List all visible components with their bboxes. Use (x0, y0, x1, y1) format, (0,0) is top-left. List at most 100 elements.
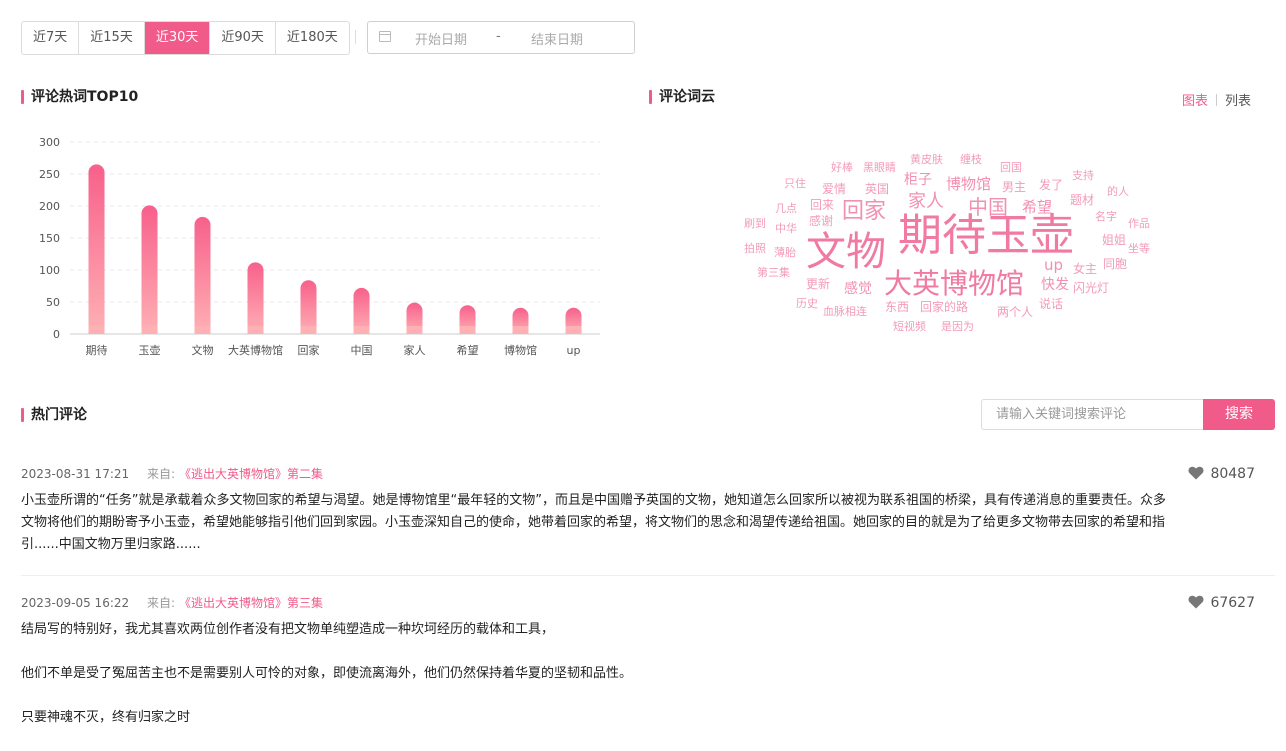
cloud-word[interactable]: 同胞 (1103, 258, 1127, 270)
comment-time: 2023-08-31 17:21 (21, 467, 130, 481)
cloud-word[interactable]: 姐姐 (1102, 234, 1126, 246)
cloud-word[interactable]: 爱情 (822, 183, 846, 195)
divider (355, 30, 356, 44)
word-cloud: 期待玉壶 文物 大英博物馆 回家 中国 家人 博物馆希望 柜子 up 感觉 快发 黄皮肤 缠枝好棒 黑眼睛… (720, 130, 1180, 350)
comment-paragraph: 小玉壶所谓的“任务”就是承载着众多文物回家的希望与渴望。她是博物馆里“最年轻的文… (21, 493, 1166, 552)
date-range-picker[interactable]: 开始日期 - 结束日期 (367, 21, 635, 54)
comment-time: 2023-09-05 16:22 (21, 596, 130, 610)
list-view-tab[interactable]: 列表 (1225, 94, 1251, 109)
bar[interactable] (141, 205, 158, 334)
heart-icon (1188, 595, 1204, 609)
range-180-days-button[interactable]: 近180天 (276, 22, 349, 54)
bar-base (565, 326, 582, 334)
cloud-word[interactable]: 刷到 (744, 218, 766, 229)
cloud-word[interactable]: 回国 (1000, 162, 1022, 173)
cloud-word[interactable]: 的人 (1107, 186, 1129, 197)
comment-meta: 2023-09-05 16:22 来自: 《逃出大英博物馆》第三集 (21, 594, 1275, 612)
comment-search: 搜索 (981, 399, 1275, 430)
cloud-word[interactable]: 几点 (775, 203, 797, 214)
cloud-word[interactable]: 男主 (1002, 181, 1026, 193)
cloud-word[interactable]: 两个人 (997, 306, 1033, 318)
x-tick-label: 回家 (298, 343, 320, 357)
cloud-word[interactable]: 回家的路 (920, 301, 968, 313)
x-tick-label: 期待 (86, 343, 108, 357)
cloud-word[interactable]: 题材 (1070, 194, 1094, 206)
bar-base (300, 326, 317, 334)
cloud-word[interactable]: 缠枝 (960, 154, 982, 165)
comment-source-link[interactable]: 《逃出大英博物馆》第三集 (179, 596, 323, 610)
cloud-word[interactable]: 家人 (908, 193, 944, 211)
cloud-word[interactable]: 发了 (1039, 179, 1063, 191)
cloud-word[interactable]: 血脉相连 (823, 306, 867, 317)
cloud-word[interactable]: 作品 (1128, 218, 1150, 229)
x-tick-label: 中国 (351, 344, 373, 357)
cloud-word[interactable]: 中国 (968, 197, 1008, 217)
like-count[interactable]: 67627 (1188, 594, 1255, 612)
y-tick-label: 0 (53, 328, 60, 341)
range-7-days-button[interactable]: 近7天 (22, 22, 80, 54)
cloud-word[interactable]: 第三集 (757, 267, 790, 278)
bar-base (247, 326, 264, 334)
chart-view-tab[interactable]: 图表 (1182, 94, 1208, 109)
cloud-word[interactable]: up (1044, 258, 1063, 273)
cloud-word[interactable]: 支持 (1072, 170, 1094, 181)
cloud-word[interactable]: 女主 (1073, 263, 1097, 275)
comment-divider (21, 575, 1275, 576)
cloud-word[interactable]: 更新 (806, 278, 830, 290)
like-count-value: 80487 (1210, 466, 1255, 482)
cloud-word[interactable]: 名字 (1095, 211, 1117, 222)
cloud-word[interactable]: 期待玉壶 (898, 214, 1074, 258)
bar-base (406, 326, 423, 334)
cloud-word[interactable]: 快发 (1041, 278, 1069, 292)
cloud-word[interactable]: 历史 (796, 298, 818, 309)
comment-paragraph: 他们不单是受了冤屈苦主也不是需要别人可怜的对象，即使流离海外，他们仍然保持着华夏… (21, 666, 633, 681)
cloud-word[interactable]: 黑眼睛 (863, 162, 896, 173)
cloud-word[interactable]: 回家 (842, 201, 886, 223)
cloud-word[interactable]: 坐等 (1128, 243, 1150, 254)
cloud-word[interactable]: 大英博物馆 (884, 270, 1024, 298)
cloud-word[interactable]: 英国 (865, 183, 889, 195)
cloud-word[interactable]: 是因为 (941, 321, 974, 332)
cloud-word[interactable]: 好棒 (831, 162, 853, 173)
bar[interactable] (88, 164, 105, 334)
end-date-input[interactable]: 结束日期 (531, 29, 583, 48)
cloud-word[interactable]: 回来 (810, 199, 834, 211)
cloud-word[interactable]: 中华 (775, 223, 797, 234)
cloud-word[interactable]: 短视频 (893, 321, 926, 332)
range-30-days-button[interactable]: 近30天 (144, 22, 211, 54)
bar[interactable] (194, 216, 211, 334)
comment-source-link[interactable]: 《逃出大英博物馆》第二集 (179, 467, 323, 481)
like-count[interactable]: 80487 (1188, 465, 1255, 483)
search-button[interactable]: 搜索 (1203, 399, 1275, 430)
cloud-word[interactable]: 感谢 (809, 215, 833, 227)
bar-base (141, 326, 158, 334)
comment-body: 小玉壶所谓的“任务”就是承载着众多文物回家的希望与渴望。她是博物馆里“最年轻的文… (21, 490, 1171, 556)
cloud-word[interactable]: 文物 (806, 232, 886, 272)
cloud-word[interactable]: 拍照 (744, 243, 766, 254)
like-count-value: 67627 (1210, 595, 1255, 611)
hot-comments-title: 热门评论 (21, 407, 87, 423)
bar[interactable] (300, 280, 317, 334)
date-range-group: 近7天 近15天 近30天 近90天 近180天 (21, 21, 350, 55)
y-tick-label: 50 (46, 296, 60, 309)
cloud-word[interactable]: 薄胎 (774, 247, 796, 258)
cloud-word[interactable]: 黄皮肤 (910, 154, 943, 165)
cloud-word[interactable]: 说话 (1039, 298, 1063, 310)
cloud-word[interactable]: 希望 (1022, 200, 1052, 215)
cloud-word[interactable]: 只住 (784, 178, 806, 189)
cloud-word[interactable]: 东西 (885, 301, 909, 313)
range-90-days-button[interactable]: 近90天 (210, 22, 276, 54)
cloud-word[interactable]: 闪光灯 (1073, 282, 1109, 294)
view-toggle: 图表 列表 (1182, 90, 1251, 109)
y-tick-label: 300 (39, 136, 60, 149)
cloud-word[interactable]: 感觉 (844, 282, 872, 296)
cloud-word[interactable]: 博物馆 (946, 177, 991, 192)
comment-search-input[interactable] (981, 399, 1203, 430)
range-15-days-button[interactable]: 近15天 (79, 22, 145, 54)
start-date-input[interactable]: 开始日期 (415, 29, 467, 48)
x-tick-label: 玉壶 (139, 343, 161, 357)
x-tick-label: up (567, 344, 581, 357)
bar[interactable] (247, 262, 264, 334)
comment-item: 2023-09-05 16:22 来自: 《逃出大英博物馆》第三集 67627 结… (21, 594, 1275, 751)
cloud-word[interactable]: 柜子 (904, 173, 932, 187)
